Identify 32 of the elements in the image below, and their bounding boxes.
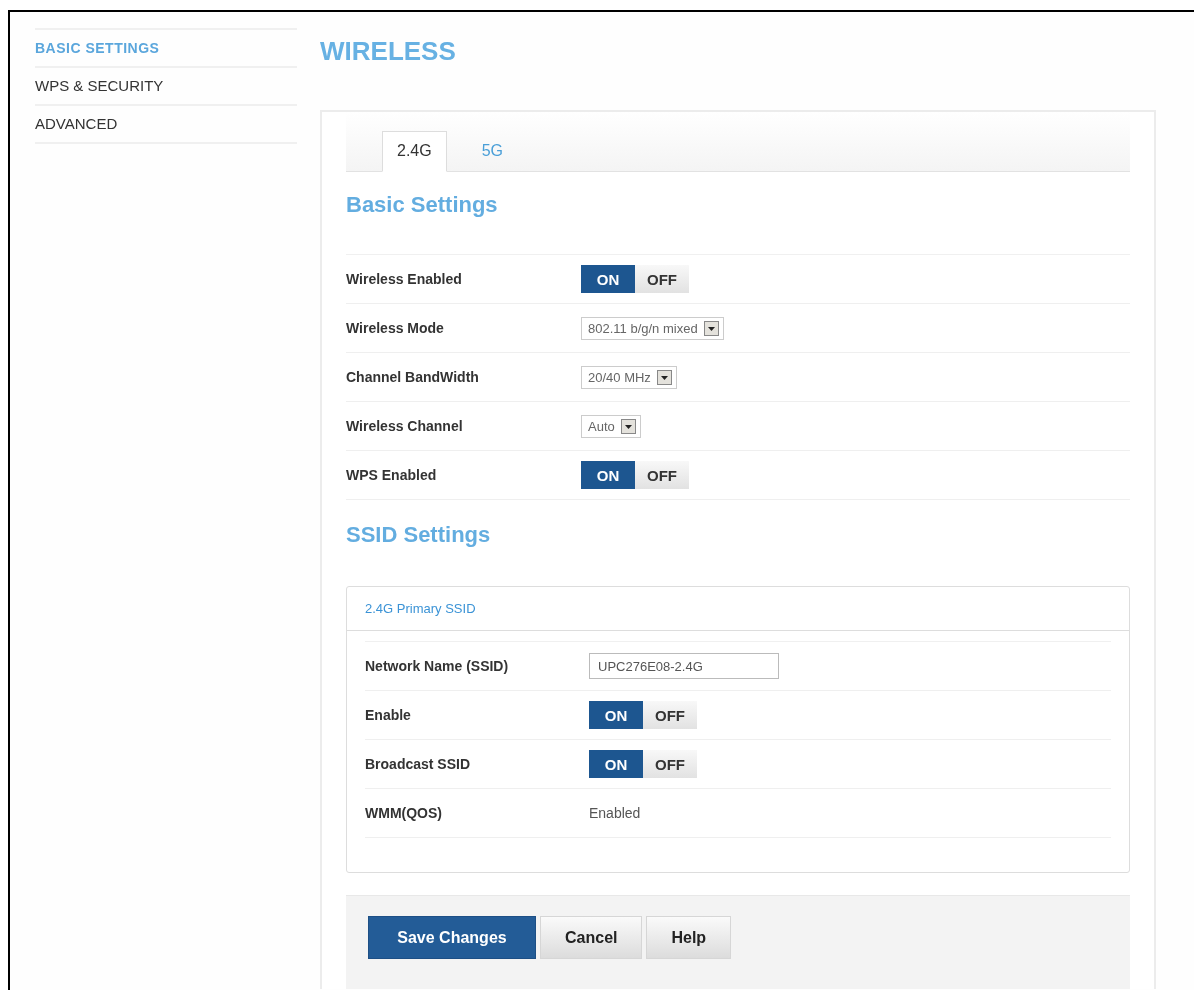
on-button[interactable]: ON (581, 461, 635, 489)
input-field[interactable]: UPC276E08-2.4G (589, 653, 779, 679)
dropdown[interactable]: Auto (581, 414, 641, 438)
section-title: SSID Settings (346, 522, 492, 548)
setting-label: Wireless Channel (346, 418, 464, 434)
tab[interactable]: 2.4G (382, 131, 447, 172)
setting-label: Wireless Enabled (346, 271, 463, 287)
on-button[interactable]: ON (589, 750, 643, 778)
action-button[interactable]: Help (646, 916, 732, 959)
off-button[interactable]: OFF (643, 750, 697, 778)
setting-label: Enable (365, 707, 412, 723)
dropdown[interactable]: 802.11 b/g/n mixed (581, 316, 724, 340)
setting-label: Network Name (SSID) (365, 658, 510, 674)
dropdown[interactable]: 20/40 MHz (581, 365, 677, 389)
action-button[interactable]: Save Changes (368, 916, 536, 959)
setting-value: Enabled (589, 805, 641, 821)
setting-label: WMM(QOS) (365, 805, 443, 821)
page-title: WIRELESS (320, 36, 457, 68)
off-button[interactable]: OFF (635, 265, 689, 293)
action-button[interactable]: Cancel (540, 916, 643, 959)
sidebar-item[interactable]: WPS & SECURITY (35, 68, 297, 106)
on-button[interactable]: ON (589, 701, 643, 729)
off-button[interactable]: OFF (643, 701, 697, 729)
section-title: Basic Settings (346, 192, 499, 218)
on-button[interactable]: ON (581, 265, 635, 293)
card-title: 2.4G Primary SSID (365, 601, 476, 616)
sidebar-item[interactable]: ADVANCED (35, 106, 297, 144)
setting-label: Channel BandWidth (346, 369, 480, 385)
off-button[interactable]: OFF (635, 461, 689, 489)
setting-label: WPS Enabled (346, 467, 438, 483)
setting-label: Wireless Mode (346, 320, 445, 336)
setting-label: Broadcast SSID (365, 756, 472, 772)
